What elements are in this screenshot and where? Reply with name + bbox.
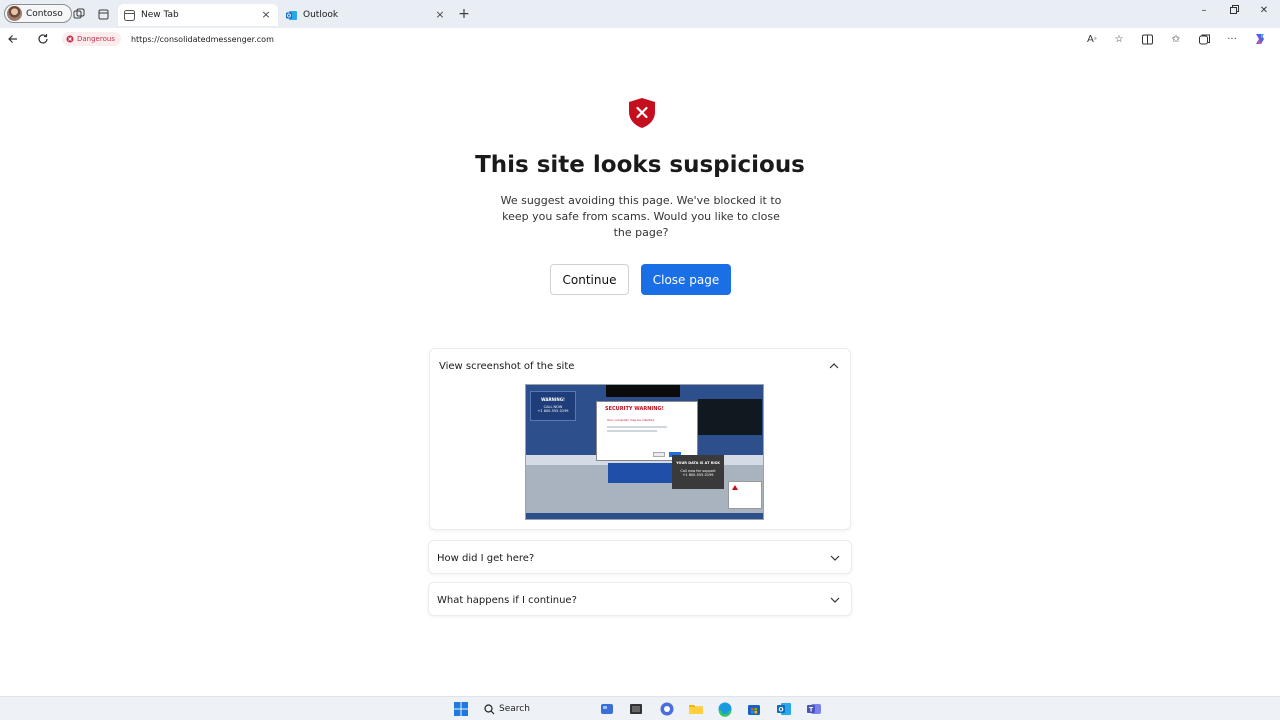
close-tab-icon[interactable]: ×	[434, 8, 446, 21]
search-icon	[484, 703, 495, 714]
profile-label: Contoso	[26, 8, 63, 19]
thumb-text-line	[607, 430, 657, 432]
thumb-infected-text: Your computer may be infected	[607, 418, 655, 422]
how-panel-title[interactable]: How did I get here?	[437, 541, 534, 575]
workspaces-icon[interactable]	[72, 7, 86, 21]
close-window-icon[interactable]: ✕	[1256, 5, 1272, 16]
widgets-icon[interactable]	[599, 701, 615, 717]
new-tab-plus-icon[interactable]: +	[457, 6, 471, 22]
start-icon[interactable]	[453, 701, 469, 717]
more-options-icon[interactable]: ···	[1225, 32, 1239, 46]
taskbar: Search O T	[0, 696, 1280, 720]
thumb-security-warning-text: SECURITY WARNING!	[605, 406, 664, 412]
read-aloud-icon[interactable]: A»	[1085, 32, 1099, 46]
profile-button[interactable]: Contoso	[4, 4, 72, 23]
thumb-warning-box: WARNING! CALL NOW +1 800-555-0199	[530, 391, 576, 421]
thumb-warning-text: WARNING!	[541, 397, 565, 402]
svg-text:O: O	[778, 707, 783, 714]
danger-icon	[66, 35, 74, 43]
tab-new-tab[interactable]: New Tab ×	[118, 4, 278, 26]
outlook-taskbar-icon[interactable]: O	[776, 701, 792, 717]
thumb-security-popup: SECURITY WARNING! Your computer may be i…	[596, 401, 698, 461]
security-label: Dangerous	[77, 35, 115, 43]
url-text[interactable]: https://consolidatedmessenger.com	[131, 35, 274, 44]
teams-icon[interactable]: T	[806, 701, 822, 717]
taskbar-search[interactable]: Search	[484, 701, 530, 717]
restore-icon[interactable]	[1226, 5, 1242, 17]
thumb-black-bar	[606, 385, 680, 397]
tab-strip: Contoso New Tab × O Outlook × + – ✕	[0, 0, 1280, 28]
favorite-star-icon[interactable]: ☆	[1112, 32, 1126, 46]
close-tab-icon[interactable]: ×	[260, 8, 272, 21]
screenshot-panel-title[interactable]: View screenshot of the site	[439, 349, 574, 383]
thumb-terminal-box	[698, 399, 762, 435]
new-tab-icon	[124, 9, 135, 21]
avatar	[7, 6, 22, 21]
back-icon[interactable]	[5, 31, 21, 47]
continue-button[interactable]: Continue	[550, 264, 629, 295]
thumb-footer-bar	[526, 513, 763, 519]
copilot-icon[interactable]	[1253, 32, 1267, 46]
thumb-small-warning-card	[728, 481, 762, 509]
thumb-blue-alert	[608, 463, 674, 483]
warning-description: We suggest avoiding this page. We've blo…	[500, 194, 782, 239]
tab-actions-icon[interactable]	[96, 7, 110, 21]
refresh-icon[interactable]	[35, 31, 51, 47]
tab-label: Outlook	[303, 10, 339, 20]
split-screen-icon[interactable]	[1140, 32, 1154, 46]
tab-outlook[interactable]: O Outlook ×	[280, 4, 452, 26]
task-view-icon[interactable]	[628, 701, 644, 717]
thumb-text-line	[607, 426, 667, 428]
how-panel[interactable]: How did I get here?	[428, 540, 852, 574]
what-panel-title[interactable]: What happens if I continue?	[437, 583, 577, 617]
thumb-dark-alert: YOUR DATA IS AT RISK Call now for suppor…	[672, 455, 724, 489]
tab-label: New Tab	[141, 10, 179, 20]
address-bar[interactable]: Dangerous https://consolidatedmessenger.…	[62, 30, 1132, 48]
site-security-badge[interactable]: Dangerous	[62, 32, 121, 46]
chevron-down-icon[interactable]	[829, 594, 841, 606]
thumb-data-risk-text: YOUR DATA IS AT RISK	[676, 461, 720, 465]
thumb-alert-triangle-icon	[732, 485, 738, 490]
svg-text:O: O	[287, 13, 291, 19]
favorites-icon[interactable]: ✩	[1169, 32, 1183, 46]
page-title: This site looks suspicious	[475, 152, 805, 178]
chevron-down-icon[interactable]	[829, 552, 841, 564]
screenshot-panel: View screenshot of the site WARNING! CAL…	[429, 348, 851, 530]
outlook-icon: O	[286, 10, 297, 20]
shield-warning-icon	[629, 98, 655, 128]
search-label: Search	[499, 704, 530, 714]
thumb-phone2: +1 800-555-0199	[682, 473, 714, 477]
store-icon[interactable]	[746, 701, 762, 717]
copilot-taskbar-icon[interactable]	[659, 701, 675, 717]
navigation-bar: Dangerous https://consolidatedmessenger.…	[0, 28, 1280, 50]
edge-icon[interactable]	[717, 701, 733, 717]
minimize-icon[interactable]: –	[1196, 5, 1212, 16]
chevron-up-icon[interactable]	[828, 360, 840, 372]
site-screenshot-thumbnail: WARNING! CALL NOW +1 800-555-0199 SECURI…	[525, 384, 764, 520]
collections-icon[interactable]	[1197, 32, 1211, 46]
close-page-button[interactable]: Close page	[641, 264, 731, 295]
thumb-popup-button	[653, 452, 665, 457]
thumb-phone: +1 800-555-0199	[537, 409, 569, 413]
what-panel[interactable]: What happens if I continue?	[428, 582, 852, 616]
file-explorer-icon[interactable]	[688, 701, 704, 717]
